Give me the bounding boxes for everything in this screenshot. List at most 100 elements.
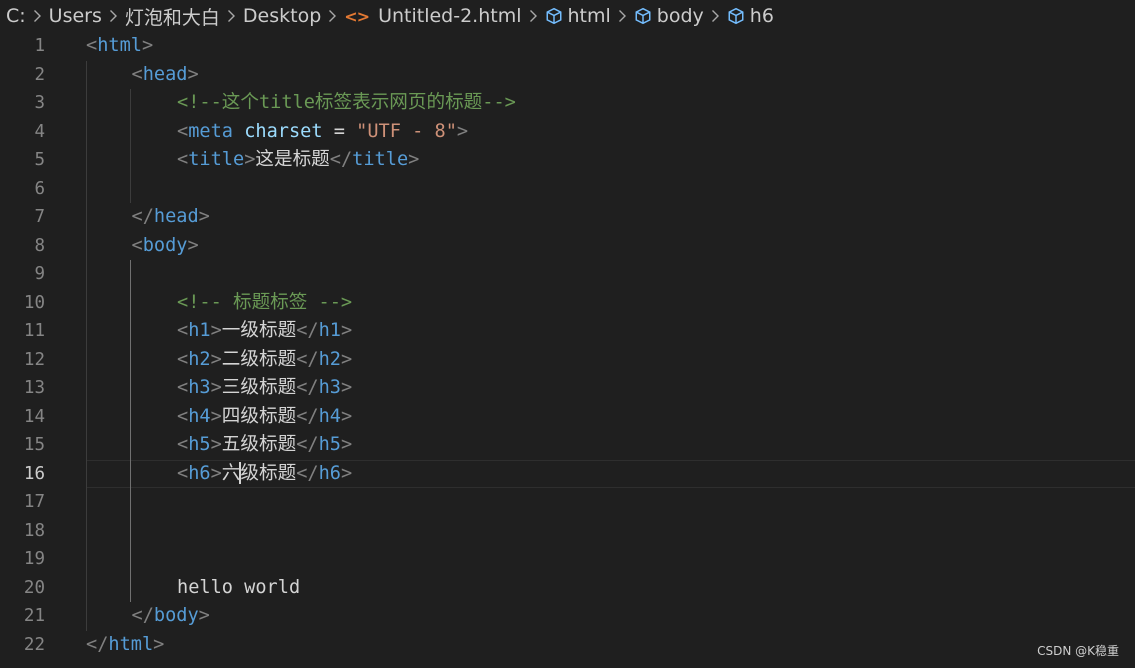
breadcrumb-item[interactable]: Users [49, 5, 102, 27]
code-token: body [153, 605, 199, 626]
breadcrumb-item[interactable]: html [545, 5, 611, 27]
code-token: head [142, 63, 188, 85]
code-token: h6 [318, 462, 341, 484]
line-number: 6 [34, 178, 45, 199]
code-token: > [408, 149, 420, 170]
code-token: < [86, 35, 98, 56]
code-line[interactable]: <h5>五级标题</h5> [177, 431, 352, 460]
code-line[interactable]: <h6>六级标题</h6> [177, 460, 352, 489]
code-token: > [340, 377, 353, 398]
breadcrumb-item[interactable]: body [634, 5, 704, 27]
code-token: h4 [188, 405, 211, 427]
code-token: > [141, 35, 154, 56]
code-line[interactable]: <!--这个title标签表示网页的标题--> [177, 89, 516, 118]
code-line[interactable]: <html> [86, 32, 153, 61]
chevron-right-icon [109, 9, 118, 23]
code-editor[interactable]: 1 2 3 4 5 6 7 8 9 10 11 12 13 14 15 16 17 18 19 20 21 22 <htm… [0, 32, 1135, 668]
breadcrumb-label: h6 [749, 5, 774, 27]
line-number: 15 [23, 435, 45, 455]
code-line[interactable]: <title>这是标题</title> [177, 146, 419, 175]
code-line[interactable]: </head> [132, 203, 210, 232]
code-line[interactable]: <meta charset = "UTF - 8"> [177, 118, 468, 147]
code-token: > [340, 462, 353, 484]
code-token: h6 [188, 462, 211, 484]
code-token: html [97, 35, 142, 56]
code-line[interactable]: <h1>一级标题</h1> [177, 317, 352, 346]
indent-guide [86, 60, 87, 631]
code-token: > [340, 348, 353, 370]
breadcrumb-item[interactable]: C: [6, 5, 26, 27]
code-token: h1 [318, 320, 341, 341]
code-token: body [142, 234, 188, 256]
code-token: > [456, 120, 469, 142]
line-number: 11 [23, 321, 45, 341]
chevron-right-icon [529, 9, 538, 23]
code-token: 三级标题 [221, 377, 297, 398]
code-token: > [187, 234, 199, 256]
breadcrumb-label: Users [48, 5, 102, 27]
line-number: 18 [23, 520, 45, 541]
chevron-right-icon [33, 9, 42, 23]
line-number: 13 [23, 378, 45, 398]
code-line[interactable]: <h4>四级标题</h4> [177, 403, 352, 432]
code-token: > [244, 149, 256, 170]
line-number: 1 [34, 36, 45, 56]
code-token: meta [188, 120, 233, 142]
code-line[interactable]: </body> [132, 602, 210, 631]
code-token: > [340, 434, 353, 455]
line-number: 3 [34, 93, 45, 113]
code-token: 一级标题 [221, 320, 297, 341]
code-token: </ [86, 633, 109, 655]
chevron-right-icon [227, 9, 236, 23]
breadcrumb-item[interactable]: <> Untitled-2.html [344, 5, 521, 27]
code-token: > [340, 405, 353, 427]
line-number: 20 [23, 577, 45, 598]
code-token: > [210, 405, 222, 427]
code-line[interactable]: hello world [177, 574, 300, 603]
code-token: < [177, 120, 189, 142]
code-line[interactable]: <h2>二级标题</h2> [177, 346, 352, 375]
code-token: 这是标题 [255, 149, 330, 170]
code-token: </ [296, 320, 319, 341]
code-token: > [153, 633, 165, 655]
code-line[interactable]: <head> [132, 61, 199, 90]
code-token: h2 [318, 348, 341, 370]
code-token: "UTF - 8" [356, 120, 457, 142]
code-token: > [187, 63, 199, 85]
code-token: charset [244, 120, 323, 142]
breadcrumb-item[interactable]: h6 [727, 5, 774, 27]
code-token: < [131, 234, 143, 256]
line-number: 22 [23, 634, 45, 655]
code-token: 六 [221, 462, 241, 484]
code-line[interactable]: <!-- 标题标签 --> [177, 289, 352, 318]
code-token: </ [296, 462, 319, 484]
breadcrumb-item[interactable]: 灯泡和大白 [125, 3, 220, 30]
line-number: 4 [34, 121, 45, 142]
line-number: 14 [23, 406, 45, 427]
code-line[interactable]: <body> [132, 232, 199, 261]
code-token: </ [329, 149, 353, 170]
line-number: 2 [34, 64, 45, 85]
code-token: html [108, 633, 154, 655]
html-file-icon: <> [344, 6, 370, 26]
breadcrumb-label: Untitled-2.html [378, 5, 522, 27]
breadcrumb-item[interactable]: Desktop [243, 5, 321, 27]
code-token: < [177, 348, 189, 370]
code-token: h5 [318, 434, 341, 455]
code-token: > [210, 348, 222, 370]
code-token: h4 [318, 405, 341, 427]
breadcrumb-label: html [567, 5, 611, 27]
breadcrumb: C: Users 灯泡和大白 Desktop <> Untitled-2.html html… [0, 0, 1135, 32]
code-token: head [153, 206, 199, 227]
code-line[interactable]: <h3>三级标题</h3> [177, 374, 352, 403]
breadcrumb-label: 灯泡和大白 [124, 6, 220, 29]
code-token: h3 [318, 377, 341, 398]
code-line[interactable]: </html> [86, 631, 164, 660]
code-token: > [198, 206, 210, 227]
code-token: </ [296, 405, 319, 427]
line-number: 9 [34, 264, 45, 284]
line-number: 19 [23, 549, 45, 569]
code-token: 四级标题 [221, 405, 297, 427]
indent-guide-active [130, 260, 131, 602]
